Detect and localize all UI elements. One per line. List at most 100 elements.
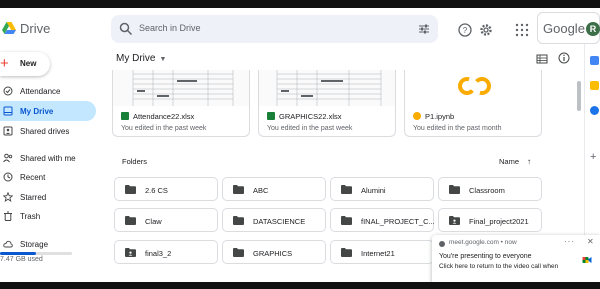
sidebar-item-label: Trash	[20, 212, 41, 221]
file-meta: You edited in the past week	[267, 125, 353, 132]
new-button[interactable]: + New	[0, 52, 50, 76]
sidebar-item-my-drive[interactable]: My Drive	[0, 101, 96, 121]
close-icon[interactable]: ✕	[587, 237, 594, 246]
sidebar-item-label: Shared drives	[20, 127, 70, 136]
folder-icon	[125, 216, 136, 225]
storage-meter	[0, 252, 72, 255]
storage-meter-fill	[0, 252, 36, 255]
folder-name: DATASCIENCE	[253, 217, 306, 226]
file-thumbnail	[405, 70, 541, 106]
sidebar-item-recent[interactable]: Recent	[0, 167, 96, 187]
folder-name: GRAPHICS	[253, 249, 293, 258]
sidebar-item-trash[interactable]: Trash	[0, 206, 96, 226]
excel-file-icon	[267, 112, 275, 120]
sidebar-item-label: Attendance	[20, 87, 61, 96]
avatar[interactable]: R	[586, 22, 600, 36]
list-view-icon[interactable]	[536, 53, 548, 65]
help-icon[interactable]: ?	[457, 22, 473, 38]
folder-name: Internet21	[361, 249, 395, 258]
folder-name: Classroom	[469, 186, 505, 195]
sidebar-item-label: My Drive	[20, 107, 54, 116]
more-options-icon[interactable]: ···	[564, 237, 575, 246]
add-addon-icon[interactable]: +	[590, 151, 596, 163]
sidebar-item-shared-with-me[interactable]: Shared with me	[0, 148, 96, 168]
sidebar-item-attendance[interactable]: Attendance	[0, 81, 96, 101]
chrome-icon	[439, 241, 445, 247]
folders-section-label: Folders	[122, 157, 148, 166]
folder-name: final3_2	[145, 249, 172, 258]
colab-file-icon	[413, 112, 421, 120]
google-brand-label: Google	[543, 21, 585, 36]
file-card[interactable]: GRAPHICS22.xlsx You edited in the past w…	[258, 70, 396, 137]
folder-name: Claw	[145, 217, 162, 226]
file-name: Attendance22.xlsx	[133, 112, 195, 121]
sidebar-item-label: Shared with me	[20, 154, 76, 163]
folder-item[interactable]: Final_project2021	[438, 208, 542, 232]
sidebar-item-shared-drives[interactable]: Shared drives	[0, 121, 96, 141]
shared-folder-icon	[449, 216, 460, 225]
folder-icon	[125, 185, 136, 194]
sidebar-item-label: Storage	[20, 240, 49, 249]
scrollbar-thumb[interactable]	[577, 81, 581, 111]
apps-grid-icon[interactable]	[514, 22, 530, 38]
calendar-icon[interactable]	[590, 56, 599, 65]
cloud-icon	[3, 240, 13, 248]
folder-item[interactable]: Alumini	[330, 177, 434, 201]
file-thumbnail	[113, 70, 249, 106]
new-button-label: New	[20, 59, 37, 68]
notification-source: meet.google.com • now	[449, 239, 517, 246]
folder-item[interactable]: fINAL_PROJECT_C...	[330, 208, 435, 232]
folder-icon	[233, 216, 244, 225]
search-input[interactable]: Search in Drive	[139, 23, 201, 33]
svg-text:?: ?	[463, 26, 468, 35]
search-bar[interactable]: Search in Drive	[111, 15, 438, 43]
tasks-icon[interactable]	[590, 106, 599, 115]
arrow-up-icon[interactable]: ↑	[527, 157, 531, 166]
clock-icon	[3, 172, 13, 182]
file-meta: You edited in the past month	[413, 125, 502, 132]
folder-icon	[341, 185, 352, 194]
file-card[interactable]: P1.ipynb You edited in the past month	[404, 70, 542, 137]
folder-item[interactable]: 2.6 CS	[114, 177, 218, 201]
meet-notification[interactable]: meet.google.com • now ··· ✕ You're prese…	[432, 235, 600, 282]
folder-item[interactable]: Internet21	[330, 240, 434, 264]
file-card[interactable]: Attendance22.xlsx You edited in the past…	[112, 70, 250, 137]
checkbox-icon	[3, 86, 13, 96]
search-icon[interactable]	[119, 22, 133, 36]
meet-icon	[582, 257, 592, 263]
folder-item[interactable]: final3_2	[114, 240, 218, 264]
shared-folder-icon	[125, 248, 136, 257]
sort-by-name-button[interactable]: Name ↑	[499, 157, 531, 166]
folder-name: ABC	[253, 186, 269, 195]
folder-name: Final_project2021	[469, 217, 529, 226]
page-title[interactable]: My Drive ▼	[116, 53, 166, 64]
trash-icon	[4, 211, 12, 221]
keep-icon[interactable]	[590, 81, 599, 90]
folder-item[interactable]: Claw	[114, 208, 218, 232]
folder-item[interactable]: Classroom	[438, 177, 542, 201]
sidebar-item-storage[interactable]: Storage	[0, 234, 96, 254]
info-icon[interactable]	[558, 52, 570, 64]
drive-logo-icon[interactable]	[2, 22, 16, 34]
sort-label: Name	[499, 157, 520, 166]
excel-file-icon	[121, 112, 129, 120]
file-name: GRAPHICS22.xlsx	[279, 112, 342, 121]
app-title[interactable]: Drive	[20, 21, 50, 36]
page-title-label: My Drive	[116, 53, 156, 64]
settings-gear-icon[interactable]	[478, 22, 494, 38]
my-drive-icon	[3, 106, 13, 116]
file-name: P1.ipynb	[425, 112, 455, 121]
people-icon	[3, 153, 13, 163]
search-options-icon[interactable]	[418, 23, 430, 35]
notification-title: You're presenting to everyone	[439, 253, 532, 260]
folder-name: Alumini	[361, 186, 386, 195]
folder-item[interactable]: ABC	[222, 177, 326, 201]
plus-icon: +	[0, 55, 9, 72]
storage-used-text: 7.47 GB used	[0, 256, 43, 263]
folder-item[interactable]: GRAPHICS	[222, 240, 326, 264]
folder-icon	[341, 216, 352, 225]
folder-name: 2.6 CS	[145, 186, 168, 195]
sidebar-item-starred[interactable]: Starred	[0, 187, 96, 207]
folder-item[interactable]: DATASCIENCE	[222, 208, 326, 232]
folder-icon	[233, 248, 244, 257]
